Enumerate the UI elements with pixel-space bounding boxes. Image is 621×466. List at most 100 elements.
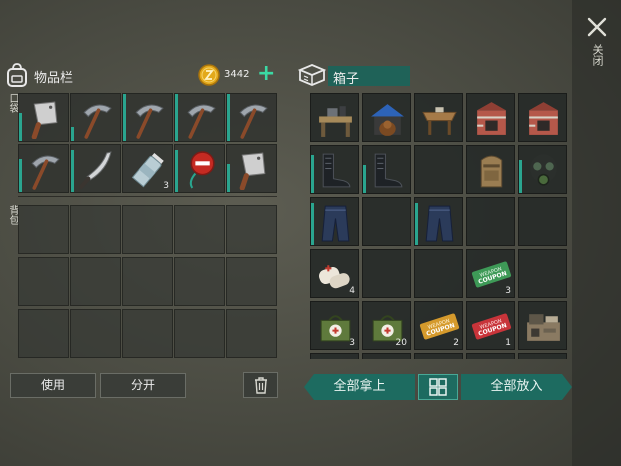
item-quantity: 20 (395, 338, 407, 348)
box-slot[interactable] (362, 145, 411, 194)
box-slot-partial (518, 353, 567, 359)
machete-icon (79, 151, 112, 189)
box-slot[interactable]: 20 (362, 301, 411, 350)
backpack-label: 背包 (7, 205, 18, 225)
pocket-slot[interactable]: 3 (122, 144, 173, 193)
pickaxe-icon (187, 104, 216, 139)
split-button[interactable]: 分开 (100, 373, 186, 398)
item-quantity: 1 (505, 338, 511, 348)
backpack-slot[interactable] (174, 205, 225, 254)
box-slot[interactable] (310, 145, 359, 194)
box-slot[interactable]: WEAPON COUPON 3 (466, 249, 515, 298)
backpack-slot[interactable] (70, 257, 121, 306)
box-slot[interactable] (518, 93, 567, 142)
box-slot[interactable] (518, 145, 567, 194)
trash-button[interactable] (243, 372, 278, 398)
pocket-slot[interactable] (226, 93, 277, 142)
durability-bar (227, 94, 230, 141)
box-slot-partial (414, 353, 463, 359)
box-slot-partial (362, 353, 411, 359)
boots-icon (322, 153, 351, 188)
box-slot-partial (466, 353, 515, 359)
durability-bar (415, 203, 418, 245)
box-slot[interactable] (362, 197, 411, 246)
pickaxe-icon (239, 104, 268, 139)
backpack-slot[interactable] (122, 205, 173, 254)
backpack-icon (6, 63, 28, 87)
pocket-slot[interactable] (70, 144, 121, 193)
item-quantity: 2 (453, 338, 459, 348)
box-slot[interactable] (414, 93, 463, 142)
furnace-icon (477, 102, 506, 135)
box-slot[interactable] (362, 249, 411, 298)
durability-bar (123, 94, 126, 141)
use-button[interactable]: 使用 (10, 373, 96, 398)
backpack-slot[interactable] (226, 257, 277, 306)
pickaxe-icon (83, 104, 112, 139)
coin-icon (198, 64, 220, 86)
backpack-slot[interactable] (226, 309, 277, 358)
item-quantity: 3 (349, 338, 355, 348)
wood-table-icon (422, 107, 457, 135)
durability-bar (311, 155, 314, 193)
inventory-divider (18, 196, 277, 197)
durability-bar (227, 164, 230, 192)
pickaxe-icon (135, 104, 164, 139)
box-slot[interactable] (466, 93, 515, 142)
backpack-slot[interactable] (226, 205, 277, 254)
box-slot[interactable]: 4 (310, 249, 359, 298)
box-slot[interactable] (414, 145, 463, 194)
box-slot[interactable]: WEAPON COUPON 1 (466, 301, 515, 350)
pocket-slot[interactable] (70, 93, 121, 142)
box-slot[interactable] (518, 249, 567, 298)
durability-bar (19, 159, 22, 192)
put-all-button[interactable]: 全部放入 (461, 374, 572, 400)
backpack-slot[interactable] (18, 309, 69, 358)
stop-sign-icon (189, 151, 215, 189)
pocket-slot[interactable] (18, 93, 69, 142)
item-quantity: 3 (505, 286, 511, 296)
item-quantity: 4 (349, 286, 355, 296)
durability-bar (519, 160, 522, 193)
box-slot[interactable] (518, 197, 567, 246)
jeans-icon (425, 205, 454, 242)
box-slot[interactable] (414, 249, 463, 298)
add-coins-button[interactable]: + (257, 63, 275, 85)
backpack-slot[interactable] (18, 257, 69, 306)
pocket-slot[interactable] (122, 93, 173, 142)
box-slot[interactable] (466, 197, 515, 246)
durability-bar (71, 127, 74, 141)
backpack-slot[interactable] (70, 205, 121, 254)
durability-bar (19, 113, 22, 141)
workshop-station-icon (527, 314, 560, 341)
sort-button[interactable] (418, 374, 458, 400)
backpack-slot[interactable] (122, 257, 173, 306)
inventory-title: 物品栏 (34, 71, 74, 86)
box-slot[interactable] (518, 301, 567, 350)
pocket-slot[interactable] (174, 144, 225, 193)
furnace-icon (529, 102, 558, 135)
pocket-label: 口袋 (7, 93, 18, 113)
close-label[interactable]: 关闭 (590, 44, 604, 66)
close-icon[interactable] (586, 16, 608, 38)
backpack-slot[interactable] (122, 309, 173, 358)
backpack-slot[interactable] (18, 205, 69, 254)
box-slot[interactable] (466, 145, 515, 194)
take-all-button[interactable]: 全部拿上 (304, 374, 415, 400)
box-slot[interactable] (310, 93, 359, 142)
box-slot[interactable] (362, 93, 411, 142)
durability-bar (71, 150, 74, 192)
pocket-slot[interactable] (174, 93, 225, 142)
backpack-slot[interactable] (70, 309, 121, 358)
gas-mask-icon (530, 154, 557, 186)
boots-icon (374, 153, 403, 188)
pocket-slot[interactable] (226, 144, 277, 193)
box-slot[interactable] (414, 197, 463, 246)
box-slot[interactable]: 3 (310, 301, 359, 350)
box-slot[interactable]: WEAPON COUPON 2 (414, 301, 463, 350)
grid-icon (429, 378, 447, 396)
backpack-slot[interactable] (174, 257, 225, 306)
box-slot[interactable] (310, 197, 359, 246)
pocket-slot[interactable] (18, 144, 69, 193)
backpack-slot[interactable] (174, 309, 225, 358)
